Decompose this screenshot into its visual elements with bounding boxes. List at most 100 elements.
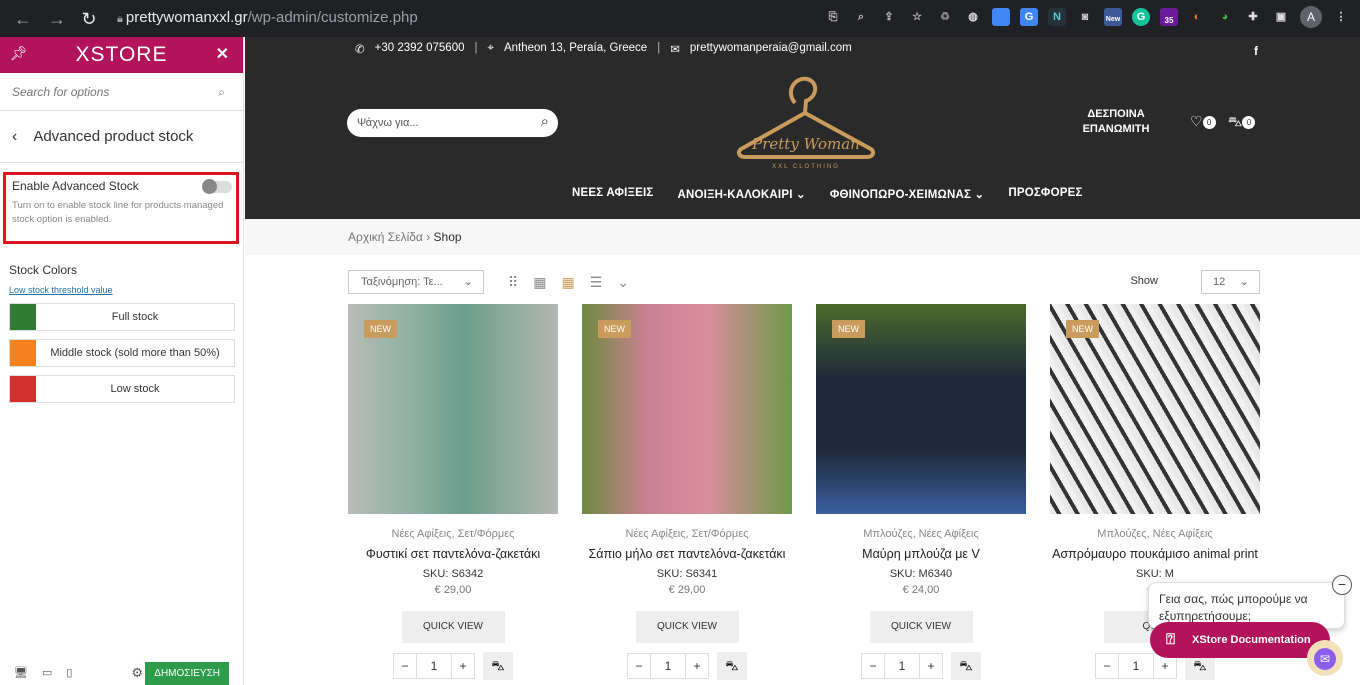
add-to-cart-button[interactable]: ⛍ [483,652,513,680]
minus-icon[interactable]: − [394,659,416,673]
product-title[interactable]: Φυστικί σετ παντελόνα-ζακετάκι [348,545,558,564]
camera-icon[interactable]: ◙ [1076,8,1094,26]
menu-kebab-icon[interactable]: ⋮ [1332,8,1350,26]
color-swatch[interactable] [10,376,36,402]
moon-extension-icon[interactable]: ◐ [1188,8,1206,26]
product-categories[interactable]: Νέες Αφίξεις, Σετ/Φόρμες [348,528,558,540]
site-search[interactable]: Ψάχνω για... ⌕ [347,109,558,137]
pin-icon[interactable]: 📌︎ [10,45,28,62]
wishlist-button[interactable]: ♡ 0 [1190,113,1216,130]
share-icon[interactable]: ⇪ [880,8,898,26]
grid-2-icon[interactable]: ⠿ [508,274,518,291]
product-categories[interactable]: Μπλούζες, Νέες Αφίξεις [1050,528,1260,540]
purple-extension-icon[interactable]: 35 [1160,8,1178,26]
full-stock-color[interactable]: Full stock [9,303,235,331]
add-to-cart-button[interactable]: ⛍ [951,652,981,680]
color-swatch[interactable] [10,304,36,330]
plus-icon[interactable]: + [1154,659,1176,673]
account-link[interactable]: ΔΕΣΠΟΙΝΑ ΕΠΑΝΩΜΙΤΗ [1080,107,1152,137]
quantity-stepper[interactable]: −1 + [393,653,475,679]
plus-icon[interactable]: + [686,659,708,673]
address-bar[interactable]: 🔒︎ prettywomanxxl.gr/wp-admin/customize.… [117,9,418,26]
product-title[interactable]: Ασπρόμαυρο πουκάμισο animal print [1050,545,1260,564]
zoom-icon[interactable]: ⌕ [852,8,870,26]
search-input[interactable] [12,84,202,99]
quick-view-button[interactable]: QUICK VIEW [635,611,739,643]
menu-item[interactable]: ΝΕΕΣ ΑΦΙΞΕΙΣ [572,187,654,201]
close-icon[interactable]: ✕ [216,44,229,64]
add-to-cart-button[interactable]: ⛍ [717,652,747,680]
advanced-stock-toggle[interactable] [202,179,232,194]
product-categories[interactable]: Νέες Αφίξεις, Σετ/Φόρμες [582,528,792,540]
sort-select[interactable]: Ταξινόμηση: Τε... ⌄ [348,270,484,294]
bookmark-star-icon[interactable]: ☆ [908,8,926,26]
globe-icon[interactable]: ◍ [964,8,982,26]
site-logo[interactable]: Pretty Woman XXL CLOTHING [733,73,879,171]
more-views-icon[interactable]: ⌄ [617,274,629,291]
puzzle-icon[interactable]: ✚ [1244,8,1262,26]
gtranslate-icon[interactable]: G [1020,8,1038,26]
grid-4-icon[interactable]: ▦ [562,274,575,291]
phone[interactable]: +30 2392 075600 [375,42,465,56]
minus-icon[interactable]: − [862,659,884,673]
minus-icon[interactable]: − [1096,659,1118,673]
quantity-value[interactable]: 1 [1118,653,1154,679]
n-extension-icon[interactable]: N [1048,8,1066,26]
per-page-select[interactable]: 12 ⌄ [1201,270,1260,294]
quantity-stepper[interactable]: −1 + [861,653,943,679]
docs-icon[interactable] [992,8,1010,26]
breadcrumb-home[interactable]: Αρχική Σελίδα [348,230,423,244]
product-image[interactable]: NEW [1050,304,1260,514]
menu-item[interactable]: ΦΘΙΝΟΠΩΡΟ-ΧΕΙΜΩΝΑΣ ⌄ [830,187,984,201]
quantity-stepper[interactable]: −1 + [627,653,709,679]
list-icon[interactable]: ☰ [590,274,603,291]
plus-icon[interactable]: + [452,659,474,673]
new-extension-icon[interactable]: New [1104,8,1122,26]
grammarly-icon[interactable]: G [1132,8,1150,26]
product-image[interactable]: NEW [348,304,558,514]
recycle-icon[interactable]: ♻ [936,8,954,26]
mobile-preview-icon[interactable]: ▯ [66,666,72,679]
colorful-extension-icon[interactable]: ◕ [1216,8,1234,26]
quantity-value[interactable]: 1 [884,653,920,679]
quantity-value[interactable]: 1 [650,653,686,679]
translate-icon[interactable]: ⎘ [824,8,842,26]
minus-icon[interactable]: − [628,659,650,673]
reload-icon[interactable]: ↻ [78,8,100,30]
menu-item[interactable]: ΠΡΟΣΦΟΡΕΣ [1008,187,1082,201]
address[interactable]: Antheon 13, Peraía, Greece [504,42,647,56]
publish-button[interactable]: ΔΗΜΟΣΙΕΥΣΗ [145,662,229,685]
profile-avatar[interactable]: A [1300,6,1322,28]
facebook-icon[interactable]: f [1254,44,1258,58]
search-icon[interactable]: ⌕ [218,85,225,100]
product-image[interactable]: NEW [582,304,792,514]
minimize-icon[interactable]: − [1332,575,1352,595]
messenger-chat-button[interactable]: ✉ [1307,640,1343,676]
product-title[interactable]: Μαύρη μπλούζα με V [816,545,1026,564]
email[interactable]: prettywomanperaia@gmail.com [690,42,852,56]
section-title: Advanced product stock [33,128,194,145]
menu-item[interactable]: ΑΝΟΙΞΗ-ΚΑΛΟΚΑΙΡΙ ⌄ [678,187,806,201]
forward-icon[interactable]: → [46,8,68,30]
back-icon[interactable]: ← [12,8,34,30]
desktop-preview-icon[interactable]: 🖥︎ [14,666,28,679]
quick-view-button[interactable]: QUICK VIEW [401,611,505,643]
product-categories[interactable]: Μπλούζες, Νέες Αφίξεις [816,528,1026,540]
tablet-preview-icon[interactable]: ▭ [42,666,52,679]
grid-3-icon[interactable]: ▦ [533,274,546,291]
product-image[interactable]: NEW [816,304,1026,514]
gear-icon[interactable]: ⚙ [131,665,143,681]
cart-button[interactable]: ⛍ 0 [1228,113,1256,132]
color-swatch[interactable] [10,340,36,366]
quick-view-button[interactable]: QUICK VIEW [869,611,973,643]
middle-stock-color[interactable]: Middle stock (sold more than 50%) [9,339,235,367]
back-arrow-icon[interactable]: ‹ [12,128,17,146]
search-icon[interactable]: ⌕ [541,113,549,130]
plus-icon[interactable]: + [920,659,942,673]
quantity-value[interactable]: 1 [416,653,452,679]
low-stock-threshold-link[interactable]: Low stock threshold value [9,285,235,295]
low-stock-color[interactable]: Low stock [9,375,235,403]
xstore-documentation-button[interactable]: ⍰ XStore Documentation [1150,622,1330,658]
sidebar-toggle-icon[interactable]: ▣ [1272,8,1290,26]
product-title[interactable]: Σάπιο μήλο σετ παντελόνα-ζακετάκι [582,545,792,564]
